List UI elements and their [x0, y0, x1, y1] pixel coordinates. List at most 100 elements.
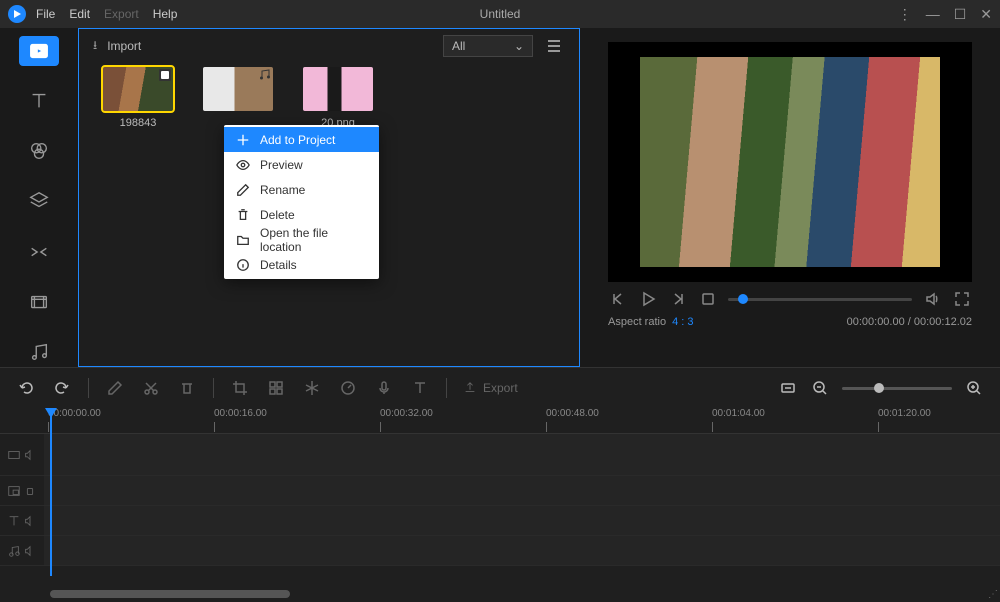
sidebar-media[interactable] [19, 36, 59, 66]
left-sidebar [0, 28, 78, 367]
plus-icon [236, 133, 250, 147]
zoom-in-button[interactable] [964, 378, 984, 398]
play-button[interactable] [638, 289, 658, 309]
media-thumbnail[interactable] [103, 67, 173, 111]
ruler-mark: 00:00:16.00 [214, 408, 267, 419]
export-button[interactable]: Export [463, 381, 518, 395]
freeze-button[interactable] [302, 378, 322, 398]
delete-button[interactable] [177, 378, 197, 398]
trash-icon [236, 208, 250, 222]
window-title: Untitled [480, 7, 521, 21]
menu-export: Export [104, 7, 139, 21]
prev-frame-button[interactable] [608, 289, 628, 309]
minimize-button[interactable]: — [926, 6, 940, 22]
menu-help[interactable]: Help [153, 7, 178, 21]
zoom-out-button[interactable] [810, 378, 830, 398]
zoom-fit-button[interactable] [778, 378, 798, 398]
ctx-add-to-project[interactable]: Add to Project [224, 127, 379, 152]
timeline-ruler[interactable]: 00:00:00.00 00:00:16.00 00:00:32.00 00:0… [0, 408, 1000, 434]
timeline: Export 00:00:00.00 00:00:16.00 00:00:32.… [0, 367, 1000, 602]
chevron-down-icon: ⌄ [514, 39, 524, 53]
export-label: Export [483, 381, 518, 395]
sidebar-elements[interactable] [19, 287, 59, 317]
text-track[interactable] [0, 506, 1000, 536]
ctx-rename[interactable]: Rename [224, 177, 379, 202]
info-icon [236, 258, 250, 272]
stop-button[interactable] [698, 289, 718, 309]
edit-button[interactable] [105, 378, 125, 398]
aspect-value[interactable]: 4 : 3 [672, 316, 693, 328]
zoom-slider[interactable] [842, 387, 952, 390]
crop-button[interactable] [230, 378, 250, 398]
sidebar-text[interactable] [19, 86, 59, 116]
volume-button[interactable] [922, 289, 942, 309]
aspect-label: Aspect ratio [608, 316, 666, 328]
menu-edit[interactable]: Edit [69, 7, 90, 21]
tracks [0, 434, 1000, 566]
media-item[interactable] [203, 67, 273, 129]
horizontal-scrollbar[interactable] [50, 590, 290, 598]
sidebar-overlays[interactable] [19, 186, 59, 216]
redo-button[interactable] [52, 378, 72, 398]
media-thumbnail[interactable] [303, 67, 373, 111]
timeline-toolbar: Export [0, 368, 1000, 408]
ruler-mark: 00:00:48.00 [546, 408, 599, 419]
ctx-label: Open the file location [260, 226, 367, 254]
text-button[interactable] [410, 378, 430, 398]
ruler-mark: 00:01:04.00 [712, 408, 765, 419]
track-head[interactable] [0, 434, 44, 475]
sidebar-filters[interactable] [19, 136, 59, 166]
media-item[interactable]: 20.png [303, 67, 373, 129]
close-button[interactable]: ✕ [980, 6, 992, 23]
app-icon [8, 5, 26, 23]
next-frame-button[interactable] [668, 289, 688, 309]
context-menu: Add to Project Preview Rename Delete Ope… [224, 125, 379, 279]
ctx-open-location[interactable]: Open the file location [224, 227, 379, 252]
media-item[interactable]: 198843 [103, 67, 173, 129]
media-panel: ⭳ Import All ⌄ 198843 20.png [78, 28, 580, 367]
track-head[interactable] [0, 506, 44, 535]
pencil-icon [236, 183, 250, 197]
title-bar: File Edit Export Help Untitled ⋮ — ☐ ✕ [0, 0, 1000, 28]
import-button[interactable]: Import [107, 39, 141, 53]
video-track[interactable] [0, 434, 1000, 476]
audio-track[interactable] [0, 536, 1000, 566]
ctx-label: Rename [260, 183, 305, 197]
resize-grip[interactable]: ⋰ [988, 589, 998, 600]
ctx-label: Delete [260, 208, 295, 222]
ctx-delete[interactable]: Delete [224, 202, 379, 227]
track-head[interactable] [0, 536, 44, 565]
more-icon[interactable]: ⋮ [898, 6, 912, 23]
media-thumbnail[interactable] [203, 67, 273, 111]
track-head[interactable] [0, 476, 44, 505]
ctx-details[interactable]: Details [224, 252, 379, 277]
ruler-mark: 00:00:32.00 [380, 408, 433, 419]
time-display: 00:00:00.00 / 00:00:12.02 [847, 316, 972, 328]
seek-slider[interactable] [728, 298, 912, 301]
ctx-label: Add to Project [260, 133, 335, 147]
video-frame [640, 57, 940, 267]
eye-icon [236, 158, 250, 172]
menu-file[interactable]: File [36, 7, 55, 21]
media-label: 198843 [103, 117, 173, 129]
sidebar-music[interactable] [19, 337, 59, 367]
speed-button[interactable] [338, 378, 358, 398]
playhead[interactable] [50, 408, 52, 576]
filter-dropdown[interactable]: All ⌄ [443, 35, 533, 57]
filter-value: All [452, 39, 465, 53]
fullscreen-button[interactable] [952, 289, 972, 309]
list-view-toggle[interactable] [543, 35, 565, 57]
mosaic-button[interactable] [266, 378, 286, 398]
export-icon [463, 381, 477, 395]
cut-button[interactable] [141, 378, 161, 398]
voice-button[interactable] [374, 378, 394, 398]
preview-panel: Aspect ratio 4 : 3 00:00:00.00 / 00:00:1… [580, 28, 1000, 367]
ctx-preview[interactable]: Preview [224, 152, 379, 177]
ruler-mark: 00:01:20.00 [878, 408, 931, 419]
import-icon[interactable]: ⭳ [93, 36, 97, 57]
undo-button[interactable] [16, 378, 36, 398]
pip-track[interactable] [0, 476, 1000, 506]
sidebar-transitions[interactable] [19, 237, 59, 267]
folder-icon [236, 233, 250, 247]
maximize-button[interactable]: ☐ [954, 6, 967, 23]
